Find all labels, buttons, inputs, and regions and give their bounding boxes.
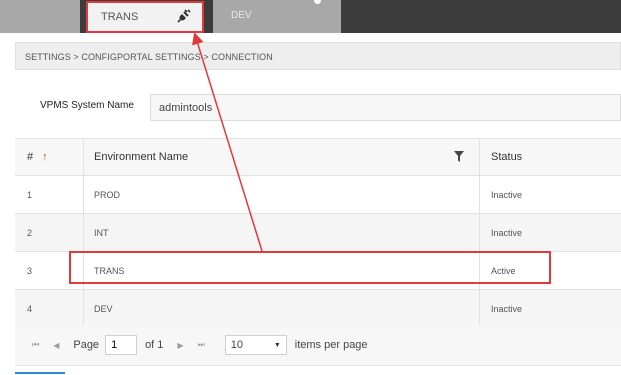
first-page-icon[interactable]: ⏮ xyxy=(32,340,39,350)
page-label: Page xyxy=(73,339,100,351)
table-row[interactable]: 4 DEV Inactive xyxy=(15,290,621,328)
last-page-icon[interactable]: ⏭ xyxy=(198,340,205,350)
row-environment-name: DEV xyxy=(94,303,113,314)
plug-icon xyxy=(177,9,191,23)
row-environment-name: PROD xyxy=(94,189,121,200)
column-status-label: Status xyxy=(491,151,523,163)
tab-previous[interactable] xyxy=(0,0,80,33)
top-bar: TRANS DEV xyxy=(0,0,621,33)
previous-page-icon[interactable]: ◀ xyxy=(53,341,59,350)
system-name-label: VPMS System Name xyxy=(40,100,134,111)
chevron-down-icon: ▼ xyxy=(273,341,281,349)
row-status: Inactive xyxy=(491,303,523,314)
footer-link-underline xyxy=(15,372,65,374)
row-number: 2 xyxy=(27,227,33,238)
row-status: Inactive xyxy=(491,189,523,200)
row-status: Active xyxy=(491,265,516,276)
filter-icon[interactable] xyxy=(454,151,464,162)
environment-grid: # ↑ Environment Name Status 1 PROD Inact… xyxy=(15,138,621,328)
system-name-input[interactable] xyxy=(150,94,621,121)
row-environment-name: TRANS xyxy=(94,265,125,276)
column-number-label: # xyxy=(27,151,34,163)
pager: ⏮ ◀ Page of 1 ▶ ⏭ 10 ▼ items per page xyxy=(15,325,621,366)
page-size-value: 10 xyxy=(230,339,244,351)
column-env-label: Environment Name xyxy=(94,151,189,163)
grid-header-row: # ↑ Environment Name Status xyxy=(15,139,621,176)
table-row[interactable]: 1 PROD Inactive xyxy=(15,176,621,214)
column-header-status[interactable]: Status xyxy=(480,139,621,175)
tab-dev-label: DEV xyxy=(231,10,252,21)
table-row[interactable]: 2 INT Inactive xyxy=(15,214,621,252)
page-number-input[interactable] xyxy=(105,335,138,355)
row-environment-name: INT xyxy=(94,227,109,238)
row-number: 3 xyxy=(27,265,33,276)
column-header-environment[interactable]: Environment Name xyxy=(84,139,480,175)
row-number: 1 xyxy=(27,189,33,200)
page-count-label: of 1 xyxy=(145,339,164,351)
row-number: 4 xyxy=(27,303,33,314)
tab-trans-label: TRANS xyxy=(101,11,139,23)
next-page-icon[interactable]: ▶ xyxy=(177,341,183,350)
table-row[interactable]: 3 TRANS Active xyxy=(15,252,621,290)
items-per-page-label: items per page xyxy=(294,339,368,351)
page-size-select[interactable]: 10 ▼ xyxy=(224,335,287,355)
tab-trans[interactable]: TRANS xyxy=(86,1,204,33)
tab-dev[interactable]: DEV xyxy=(213,0,341,33)
breadcrumb: SETTINGS > CONFIGPORTAL SETTINGS > CONNE… xyxy=(15,42,621,70)
sort-ascending-icon[interactable]: ↑ xyxy=(42,151,48,163)
row-status: Inactive xyxy=(491,227,523,238)
column-header-number[interactable]: # ↑ xyxy=(15,139,84,175)
